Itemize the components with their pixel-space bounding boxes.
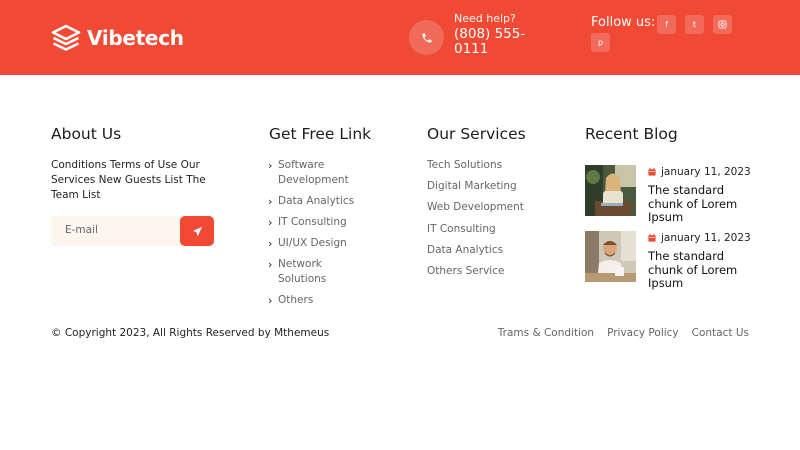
calendar-icon	[648, 168, 656, 176]
layers-logo-icon	[51, 24, 81, 52]
free-link-item[interactable]: › Network Solutions	[268, 257, 368, 287]
free-link-item[interactable]: › Software Development	[268, 158, 368, 188]
about-title: About Us	[51, 125, 122, 143]
contact-us-link[interactable]: Contact Us	[692, 327, 749, 339]
email-input[interactable]	[65, 224, 175, 236]
chevron-right-icon: ›	[268, 195, 273, 208]
service-link[interactable]: IT Consulting	[427, 222, 524, 243]
chevron-right-icon: ›	[268, 294, 273, 307]
free-link-title: Get Free Link	[269, 125, 372, 143]
free-link-item[interactable]: › IT Consulting	[268, 215, 368, 230]
pinterest-icon[interactable]: p	[591, 33, 610, 52]
blog-date: january 11, 2023	[648, 166, 751, 178]
free-link-list: › Software Development › Data Analytics › I…	[268, 158, 368, 314]
help-label: Need help?	[454, 12, 516, 25]
facebook-icon[interactable]: f	[657, 15, 676, 34]
top-bar: Vibetech Need help? (808) 555-0111 Follo…	[0, 0, 800, 75]
blog-post[interactable]: january 11, 2023 The standard chunk of L…	[585, 165, 755, 224]
brand-name: Vibetech	[87, 26, 184, 50]
blog-post[interactable]: january 11, 2023 The standard chunk of L…	[585, 231, 755, 290]
service-link[interactable]: Digital Marketing	[427, 179, 524, 200]
blog-title: Recent Blog	[585, 125, 678, 143]
free-link-item[interactable]: › Others	[268, 293, 368, 308]
twitter-icon[interactable]: t	[685, 15, 704, 34]
calendar-icon	[648, 234, 656, 242]
instagram-icon[interactable]	[713, 15, 732, 34]
terms-link[interactable]: Trams & Condition	[498, 327, 594, 339]
help-phone-number[interactable]: (808) 555-0111	[454, 27, 544, 57]
blog-thumbnail[interactable]	[585, 165, 636, 216]
paper-plane-icon	[192, 226, 202, 236]
service-link[interactable]: Others Service	[427, 264, 524, 285]
blog-thumbnail[interactable]	[585, 231, 636, 282]
service-link[interactable]: Tech Solutions	[427, 158, 524, 179]
copyright-text: © Copyright 2023, All Rights Reserved by…	[51, 327, 330, 339]
footer-links: Trams & Condition Privacy Policy Contact…	[498, 327, 749, 339]
blog-date: january 11, 2023	[648, 232, 751, 244]
brand-logo[interactable]: Vibetech	[51, 24, 184, 52]
free-link-item[interactable]: › Data Analytics	[268, 194, 368, 209]
send-button[interactable]	[180, 216, 214, 246]
about-text: Conditions Terms of Use Our Services New…	[51, 159, 206, 201]
chevron-right-icon: ›	[268, 258, 273, 271]
chevron-right-icon: ›	[268, 237, 273, 250]
services-list: Tech Solutions Digital Marketing Web Dev…	[427, 158, 524, 285]
follow-us-label: Follow us:	[591, 15, 656, 30]
blog-post-title[interactable]: The standard chunk of Lorem Ipsum	[648, 249, 753, 291]
privacy-policy-link[interactable]: Privacy Policy	[607, 327, 679, 339]
phone-icon	[409, 20, 444, 55]
free-link-item[interactable]: › UI/UX Design	[268, 236, 368, 251]
blog-post-title[interactable]: The standard chunk of Lorem Ipsum	[648, 183, 753, 225]
service-link[interactable]: Data Analytics	[427, 243, 524, 264]
newsletter-form	[51, 216, 214, 246]
services-title: Our Services	[427, 125, 526, 143]
chevron-right-icon: ›	[268, 216, 273, 229]
service-link[interactable]: Web Development	[427, 200, 524, 221]
chevron-right-icon: ›	[268, 159, 273, 172]
